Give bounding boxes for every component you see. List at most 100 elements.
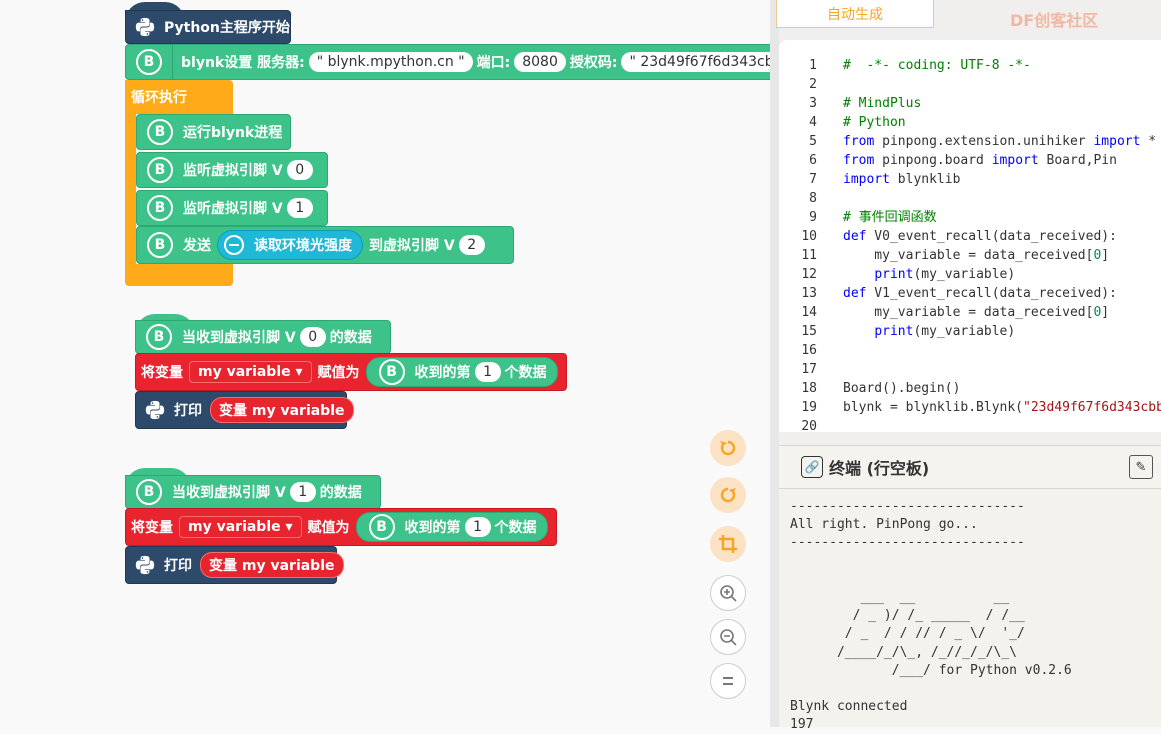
line-number: 12	[801, 267, 817, 282]
panel-divider[interactable]	[770, 0, 779, 727]
terminal-line: /____/_/\_, /_//_/_/\_\	[790, 644, 1017, 660]
line-number: 9	[809, 210, 817, 225]
print-label: 打印	[164, 558, 192, 574]
server-input[interactable]: " blynk.mpython.cn "	[308, 52, 473, 72]
index-input[interactable]: 1	[474, 362, 501, 382]
code-text: blynk = blynklib.Blynk("23d49f67f6d343cb…	[843, 400, 1161, 415]
terminal-title: 终端 (行空板)	[829, 459, 930, 478]
event-v0-hat-block[interactable]: B 当收到虚拟引脚 V 0 的数据	[135, 320, 391, 354]
code-line[interactable]: 5 from pinpong.extension.unihiker import …	[779, 132, 1161, 151]
index-input[interactable]: 1	[464, 517, 491, 537]
redo-button[interactable]	[710, 477, 746, 513]
variable-dropdown[interactable]: my variable ▾	[179, 516, 302, 538]
auth-label: 授权码:	[569, 55, 618, 71]
line-number: 6	[809, 153, 817, 168]
code-text: from pinpong.board import Board,Pin	[843, 153, 1117, 168]
code-text: # MindPlus	[843, 96, 922, 111]
undo-icon	[720, 440, 736, 456]
variable-reporter[interactable]: 变量 my variable	[200, 552, 344, 578]
assign-prefix: 将变量	[131, 520, 173, 536]
reset-zoom-icon	[723, 677, 733, 685]
code-line[interactable]: 19 blynk = blynklib.Blynk("23d49f67f6d343…	[779, 398, 1161, 417]
line-number: 2	[809, 77, 817, 92]
reset-zoom-button[interactable]	[710, 663, 746, 699]
assign-variable-block[interactable]: 将变量 my variable ▾ 赋值为 B 收到的第 1 个数据	[125, 508, 557, 546]
received-data-reporter[interactable]: B 收到的第 1 个数据	[355, 512, 548, 542]
code-line[interactable]: 9 # 事件回调函数	[779, 208, 1161, 227]
blynk-setup-block[interactable]: B blynk设置 服务器: " blynk.mpython.cn " 端口: …	[125, 44, 770, 80]
loop-label: 循环执行	[131, 90, 187, 106]
listen-v0-block[interactable]: B 监听虚拟引脚 V 0	[136, 152, 328, 188]
listen-v1-block[interactable]: B 监听虚拟引脚 V 1	[136, 190, 328, 226]
print-block[interactable]: 打印 变量 my variable	[135, 391, 354, 429]
code-line[interactable]: 13 def V1_event_recall(data_received):	[779, 284, 1161, 303]
clear-terminal-icon[interactable]: ✎	[1129, 455, 1153, 479]
assign-variable-block[interactable]: 将变量 my variable ▾ 赋值为 B 收到的第 1 个数据	[135, 353, 567, 391]
code-line[interactable]: 17	[779, 360, 1161, 379]
auth-input[interactable]: " 23d49f67f6d343cb	[621, 52, 770, 72]
pin-input[interactable]: 0	[299, 327, 326, 347]
pin-input[interactable]: 1	[286, 198, 313, 218]
code-line[interactable]: 14 my_variable = data_received[0]	[779, 303, 1161, 322]
code-line[interactable]: 2	[779, 75, 1161, 94]
loop-arm	[125, 113, 136, 265]
terminal-output[interactable]: ------------------------------ All right.…	[779, 489, 1161, 732]
pin-input[interactable]: 1	[289, 482, 316, 502]
code-text: print(my_variable)	[874, 324, 1016, 339]
line-number: 13	[801, 286, 817, 301]
line-number: 14	[801, 305, 817, 320]
crop-icon	[719, 535, 737, 553]
event-when-label: 当收到虚拟引脚 V	[172, 485, 286, 501]
line-number: 11	[801, 248, 817, 263]
terminal-line: ------------------------------	[790, 535, 1025, 551]
python-main-start-block[interactable]: Python主程序开始	[125, 10, 291, 44]
pin-input[interactable]: 2	[458, 235, 485, 255]
code-line[interactable]: 1 # -*- coding: UTF-8 -*-	[779, 56, 1161, 75]
code-line[interactable]: 3 # MindPlus	[779, 94, 1161, 113]
assign-mid: 赋值为	[307, 520, 350, 536]
code-line[interactable]: 10 def V0_event_recall(data_received):	[779, 227, 1161, 246]
code-editor[interactable]: 1 # -*- coding: UTF-8 -*- 2 3 # MindPlus 4 # P…	[779, 40, 1161, 432]
send-label: 发送	[183, 238, 211, 254]
zoom-in-button[interactable]	[710, 575, 746, 611]
code-line[interactable]: 12 print(my_variable)	[779, 265, 1161, 284]
code-line[interactable]: 20	[779, 417, 1161, 432]
event-suffix-label: 的数据	[319, 485, 362, 501]
port-input[interactable]: 8080	[514, 52, 566, 72]
zoom-out-button[interactable]	[710, 619, 746, 655]
recv-suffix: 个数据	[504, 365, 547, 381]
print-label: 打印	[174, 403, 202, 419]
code-text: def V0_event_recall(data_received):	[843, 229, 1117, 244]
print-block[interactable]: 打印 变量 my variable	[125, 546, 344, 584]
blynk-b-icon: B	[136, 479, 162, 505]
undo-button[interactable]	[710, 430, 746, 466]
python-icon	[135, 17, 155, 37]
block-workspace[interactable]: Python主程序开始 B blynk设置 服务器: " blynk.mpyth…	[0, 0, 770, 727]
loop-block[interactable]: 循环执行	[125, 80, 233, 114]
code-line[interactable]: 15 print(my_variable)	[779, 322, 1161, 341]
code-line[interactable]: 6 from pinpong.board import Board,Pin	[779, 151, 1161, 170]
zoom-in-icon	[720, 585, 737, 602]
crop-button[interactable]	[710, 526, 746, 562]
tab-auto-generate[interactable]: 自动生成	[776, 0, 934, 28]
light-sensor-reporter[interactable]: 读取环境光强度	[217, 230, 363, 260]
code-line[interactable]: 16	[779, 341, 1161, 360]
line-number: 8	[809, 191, 817, 206]
code-line[interactable]: 4 # Python	[779, 113, 1161, 132]
line-number: 16	[801, 343, 817, 358]
send-block[interactable]: B 发送 读取环境光强度 到虚拟引脚 V 2	[136, 226, 514, 264]
variable-dropdown[interactable]: my variable ▾	[189, 361, 312, 383]
terminal-line: 197	[790, 717, 814, 733]
code-line[interactable]: 8	[779, 189, 1161, 208]
link-icon[interactable]: 🔗	[801, 456, 823, 478]
code-line[interactable]: 18 Board().begin()	[779, 379, 1161, 398]
event-v1-hat-block[interactable]: B 当收到虚拟引脚 V 1 的数据	[125, 475, 381, 509]
code-line[interactable]: 11 my_variable = data_received[0]	[779, 246, 1161, 265]
line-number: 19	[801, 400, 817, 415]
code-line[interactable]: 7 import blynklib	[779, 170, 1161, 189]
variable-reporter[interactable]: 变量 my variable	[210, 397, 354, 423]
pin-input[interactable]: 0	[286, 160, 313, 180]
start-label: Python主程序开始	[164, 20, 290, 36]
received-data-reporter[interactable]: B 收到的第 1 个数据	[365, 357, 558, 387]
run-blynk-block[interactable]: B 运行blynk进程	[136, 114, 291, 150]
